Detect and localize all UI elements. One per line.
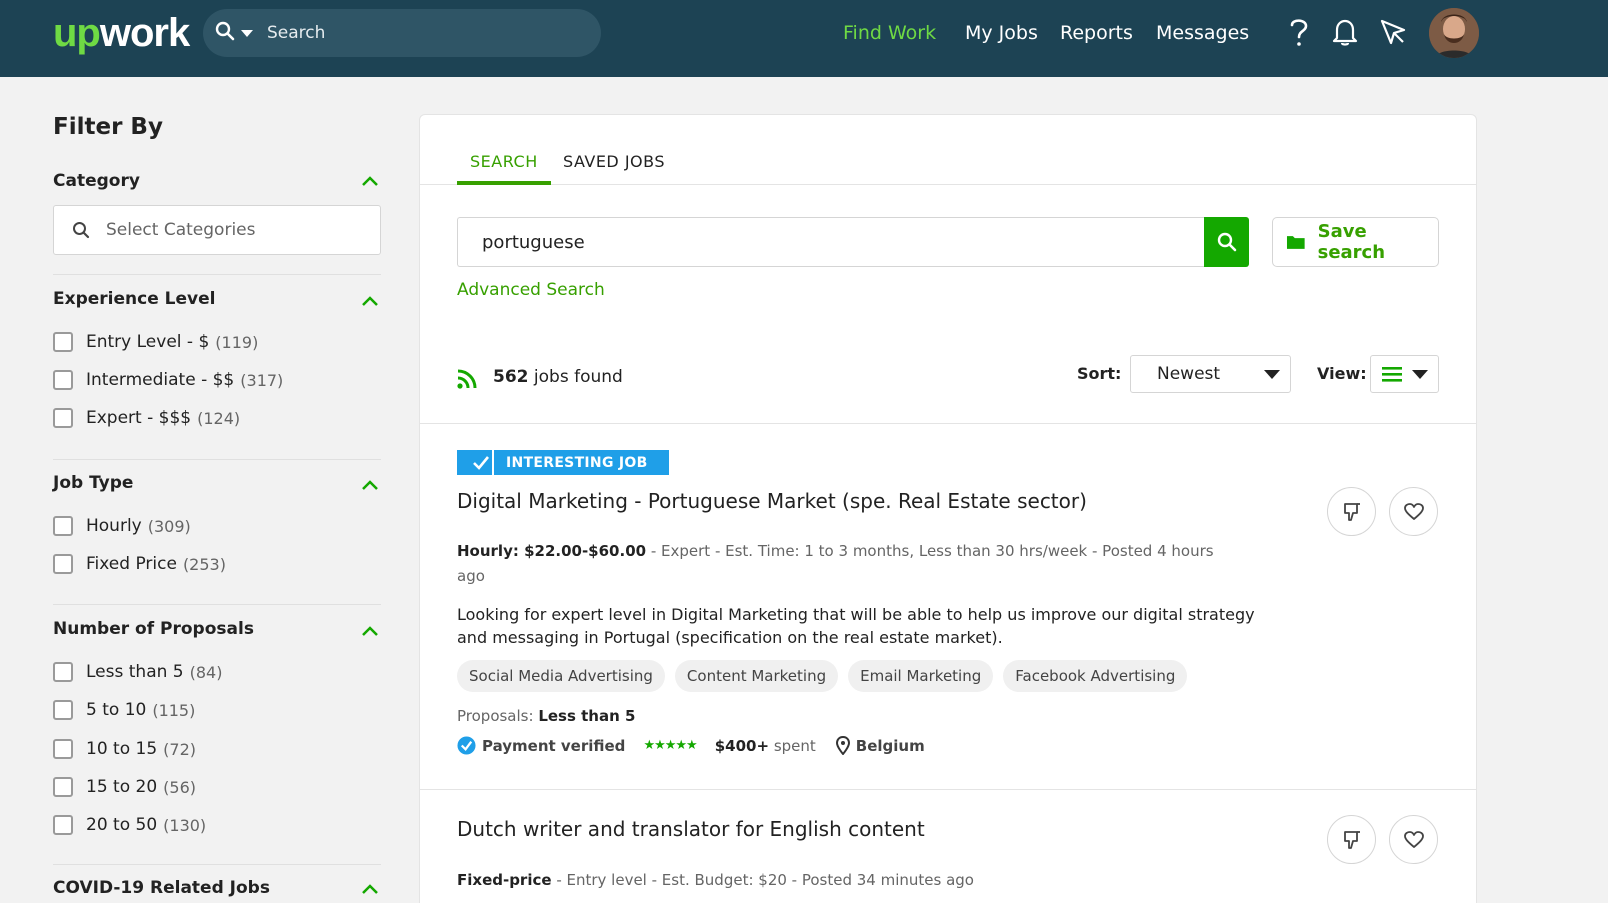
job-title[interactable]: Dutch writer and translator for English … — [457, 817, 925, 841]
list-view-icon — [1382, 367, 1402, 382]
filter-proposals-15-to-20[interactable]: 15 to 20 (56) — [53, 777, 196, 797]
filter-hourly[interactable]: Hourly (309) — [53, 516, 191, 536]
dislike-job-button[interactable] — [1327, 815, 1376, 864]
number-of-proposals-heading: Number of Proposals — [53, 619, 254, 639]
checkbox[interactable] — [53, 516, 73, 536]
tab-saved-jobs[interactable]: SAVED JOBS — [563, 152, 665, 171]
location-pin-icon — [835, 736, 850, 755]
search-icon — [215, 21, 235, 45]
job-meta: Hourly: $22.00-$60.00 - Expert - Est. Ti… — [457, 542, 1214, 585]
chevron-up-icon[interactable] — [362, 626, 378, 636]
dislike-job-button[interactable] — [1327, 487, 1376, 536]
thumbs-down-icon — [1343, 502, 1360, 521]
chevron-up-icon[interactable] — [362, 176, 378, 186]
nav-messages[interactable]: Messages — [1156, 20, 1249, 46]
client-info: Payment verified ★★★★★ $400+ spent Belgi… — [457, 736, 925, 755]
help-icon[interactable] — [1282, 15, 1316, 49]
save-job-button[interactable] — [1389, 815, 1438, 864]
experience-level-heading: Experience Level — [53, 289, 216, 309]
nav-reports[interactable]: Reports — [1060, 20, 1133, 46]
notifications-bell-icon[interactable] — [1328, 15, 1362, 49]
chevron-up-icon[interactable] — [362, 480, 378, 490]
filter-entry-level[interactable]: Entry Level - $ (119) — [53, 332, 258, 352]
filter-fixed-price[interactable]: Fixed Price (253) — [53, 554, 226, 574]
jobs-found-count: 562 jobs found — [493, 367, 623, 387]
save-search-button[interactable]: Save search — [1272, 217, 1439, 267]
divider — [53, 274, 381, 275]
checkbox[interactable] — [53, 662, 73, 682]
caret-down-icon — [1412, 370, 1428, 379]
advanced-search-link[interactable]: Advanced Search — [457, 280, 605, 300]
checkbox[interactable] — [53, 739, 73, 759]
skill-tag[interactable]: Facebook Advertising — [1003, 660, 1188, 692]
view-dropdown[interactable] — [1370, 355, 1439, 393]
nav-find-work[interactable]: Find Work — [843, 20, 936, 46]
check-icon — [469, 450, 494, 475]
tab-search[interactable]: SEARCH — [470, 152, 538, 171]
divider — [53, 459, 381, 460]
job-search-input[interactable]: portuguese — [457, 217, 1204, 267]
checkbox[interactable] — [53, 332, 73, 352]
skill-tag[interactable]: Email Marketing — [848, 660, 994, 692]
filter-proposals-less-than-5[interactable]: Less than 5 (84) — [53, 662, 222, 682]
chevron-up-icon[interactable] — [362, 884, 378, 894]
upwork-logo[interactable]: upwork — [53, 10, 190, 56]
header-search-placeholder: Search — [267, 23, 326, 43]
checkbox[interactable] — [53, 370, 73, 390]
skills-list: Social Media Advertising Content Marketi… — [457, 660, 1197, 692]
category-heading: Category — [53, 171, 140, 191]
search-type-dropdown-icon[interactable] — [241, 29, 253, 37]
search-submit-button[interactable] — [1204, 217, 1249, 267]
top-navigation-bar: upwork Search Find Work My Jobs Reports … — [0, 0, 1608, 77]
job-title[interactable]: Digital Marketing - Portuguese Market (s… — [457, 489, 1087, 513]
rss-feed-icon[interactable] — [457, 369, 477, 389]
rating-stars: ★★★★★ — [643, 738, 697, 753]
job-description: Looking for expert level in Digital Mark… — [457, 605, 1255, 647]
verified-badge-icon — [457, 736, 476, 755]
filter-by-heading: Filter By — [53, 114, 163, 140]
category-placeholder: Select Categories — [106, 220, 256, 240]
job-type-heading: Job Type — [53, 473, 134, 493]
checkbox[interactable] — [53, 777, 73, 797]
active-tab-indicator — [457, 181, 551, 185]
skill-tag[interactable]: Content Marketing — [674, 660, 839, 692]
covid-jobs-heading: COVID-19 Related Jobs — [53, 878, 270, 898]
tabs-divider — [419, 184, 1477, 185]
checkbox[interactable] — [53, 700, 73, 720]
send-cursor-icon[interactable] — [1376, 15, 1410, 49]
job-meta: Fixed-price - Entry level - Est. Budget:… — [457, 871, 974, 889]
filter-proposals-20-to-50[interactable]: 20 to 50 (130) — [53, 815, 206, 835]
job-divider — [419, 789, 1477, 790]
divider — [53, 604, 381, 605]
skill-tag[interactable]: Social Media Advertising — [457, 660, 665, 692]
search-icon — [73, 222, 90, 239]
checkbox[interactable] — [53, 408, 73, 428]
results-divider — [419, 423, 1477, 424]
heart-icon — [1403, 502, 1424, 520]
filter-expert[interactable]: Expert - $$$ (124) — [53, 408, 240, 428]
category-select-input[interactable]: Select Categories — [53, 205, 381, 255]
thumbs-down-icon — [1343, 830, 1360, 849]
user-avatar[interactable] — [1429, 8, 1479, 58]
filter-intermediate[interactable]: Intermediate - $$ (317) — [53, 370, 283, 390]
caret-down-icon — [1264, 370, 1280, 379]
nav-my-jobs[interactable]: My Jobs — [965, 20, 1038, 46]
folder-icon — [1286, 236, 1305, 249]
view-label: View: — [1317, 364, 1367, 383]
checkbox[interactable] — [53, 554, 73, 574]
filter-proposals-5-to-10[interactable]: 5 to 10 (115) — [53, 700, 195, 720]
save-job-button[interactable] — [1389, 487, 1438, 536]
heart-icon — [1403, 830, 1424, 848]
search-icon — [1217, 232, 1236, 252]
chevron-up-icon[interactable] — [362, 296, 378, 306]
divider — [53, 864, 381, 865]
proposals-info: Proposals: Less than 5 — [457, 707, 636, 725]
filter-proposals-10-to-15[interactable]: 10 to 15 (72) — [53, 739, 196, 759]
sort-label: Sort: — [1077, 364, 1122, 383]
interesting-job-badge: INTERESTING JOB — [457, 450, 669, 475]
client-spent: $400+ spent — [714, 736, 816, 755]
header-search-bar[interactable]: Search — [203, 9, 601, 57]
checkbox[interactable] — [53, 815, 73, 835]
